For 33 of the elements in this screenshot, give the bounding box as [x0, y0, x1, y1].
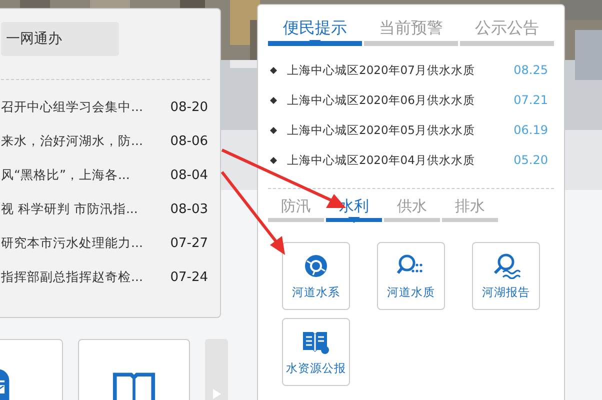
service-tile[interactable]: 水资源公报 [282, 318, 350, 386]
news-title[interactable]: 研究本市污水处理能力... [1, 234, 143, 252]
bullet-icon [270, 96, 277, 104]
news-date: 08-20 [170, 100, 209, 114]
bullet-icon [270, 66, 277, 74]
news-date: 08-04 [170, 168, 209, 182]
service-tile[interactable]: 河道水质 [377, 242, 445, 310]
notice-date: 06.19 [514, 123, 549, 137]
news-title[interactable]: 风“黑格比”，上海各... [1, 166, 130, 184]
service-tile[interactable]: 河道水系 [282, 242, 350, 310]
notice-date: 08.25 [514, 63, 549, 77]
play-icon [212, 389, 220, 399]
news-date: 08-03 [170, 202, 209, 216]
notice-title[interactable]: 上海中心城区2020年04月供水水质 [287, 152, 475, 168]
globe-icon [303, 252, 329, 278]
news-date: 07-27 [170, 236, 209, 250]
notice-date: 07.21 [514, 93, 549, 107]
notice-title[interactable]: 上海中心城区2020年05月供水水质 [287, 122, 475, 138]
service-card[interactable] [78, 339, 190, 400]
news-date: 08-06 [170, 134, 209, 148]
notice-title[interactable]: 上海中心城区2020年07月供水水质 [287, 62, 475, 78]
news-title[interactable]: 视 科学研判 市防汛指... [1, 200, 138, 218]
news-date: 07-24 [170, 270, 209, 284]
bullet-icon [270, 126, 277, 134]
news-title[interactable]: 指挥部副总指挥赵奇检... [1, 268, 143, 286]
news-title[interactable]: 来水，治好河湖水，防... [1, 132, 143, 150]
notice-title[interactable]: 上海中心城区2020年06月供水水质 [287, 92, 475, 108]
news-title[interactable]: 召开中心组学习会集中... [1, 98, 143, 116]
bullet-icon [270, 156, 277, 164]
notice-date: 05.20 [514, 153, 549, 167]
magnifier-icon [491, 252, 521, 278]
service-tile[interactable]: 河湖报告 [472, 242, 540, 310]
service-button[interactable]: 一网通办 [1, 22, 119, 56]
